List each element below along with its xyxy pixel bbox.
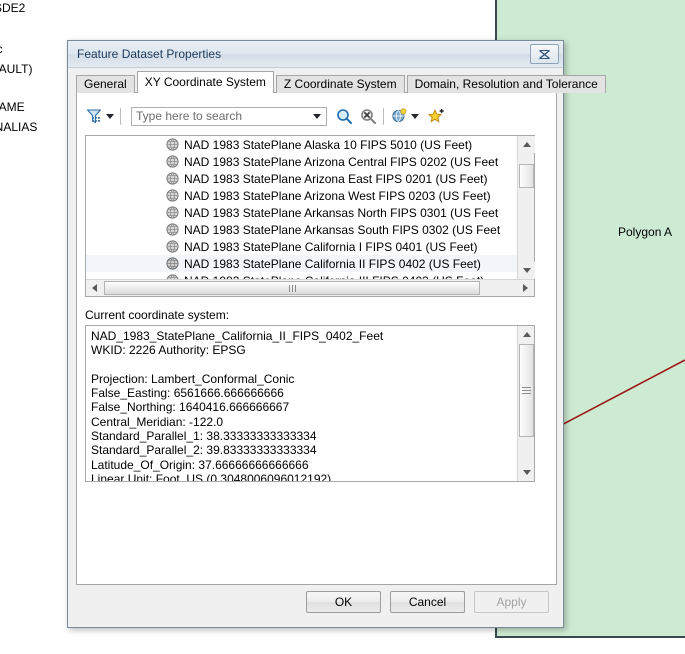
list-item-label: NAD 1983 StatePlane California I FIPS 04… <box>184 239 478 254</box>
coordinate-system-toolbar <box>85 102 535 130</box>
ok-button[interactable]: OK <box>306 591 381 613</box>
scrollbar-grip <box>522 387 531 394</box>
scroll-up-icon[interactable] <box>518 136 535 153</box>
globe-icon <box>166 155 179 168</box>
star-glyph <box>427 108 444 123</box>
scroll-left-icon[interactable] <box>86 280 103 296</box>
scroll-down-icon[interactable] <box>518 464 534 481</box>
coordinate-system-list[interactable]: NAD 1983 StatePlane Alaska 10 FIPS 5010 … <box>85 135 535 297</box>
list-item[interactable]: NAD 1983 StatePlane Arizona Central FIPS… <box>86 153 517 170</box>
cancel-button[interactable]: Cancel <box>390 591 465 613</box>
current-coordinate-system-text: NAD_1983_StatePlane_California_II_FIPS_0… <box>91 329 384 482</box>
globe-icon <box>166 257 179 270</box>
list-item[interactable]: NAD 1983 StatePlane Arizona East FIPS 02… <box>86 170 517 187</box>
magnifier-glyph <box>337 109 352 124</box>
search-input[interactable] <box>132 109 310 123</box>
globe-glyph <box>392 108 407 123</box>
tab-domain-resolution-tolerance[interactable]: Domain, Resolution and Tolerance <box>406 75 606 93</box>
current-coordinate-system-box[interactable]: NAD_1983_StatePlane_California_II_FIPS_0… <box>85 325 535 482</box>
tab-z-coordinate-system[interactable]: Z Coordinate System <box>275 75 405 93</box>
list-item[interactable]: NAD 1983 StatePlane California III FIPS … <box>86 272 517 279</box>
map-bottom-strip <box>0 636 685 654</box>
globe-icon <box>166 223 179 236</box>
list-item[interactable]: NAD 1983 StatePlane Alaska 10 FIPS 5010 … <box>86 136 517 153</box>
feature-dataset-properties-dialog: Feature Dataset Properties General XY Co… <box>67 40 606 628</box>
list-horizontal-scrollbar[interactable] <box>86 279 534 296</box>
list-item-label: NAD 1983 StatePlane Arizona Central FIPS… <box>184 154 499 169</box>
details-vertical-scrollbar[interactable] <box>517 326 534 481</box>
tab-xy-coordinate-system[interactable]: XY Coordinate System <box>136 71 274 93</box>
list-item-label: NAD 1983 StatePlane Alaska 10 FIPS 5010 … <box>184 137 473 152</box>
scroll-up-icon[interactable] <box>518 326 534 343</box>
xy-coordinate-system-panel: NAD 1983 StatePlane Alaska 10 FIPS 5010 … <box>76 92 557 585</box>
filter-chevron-down-icon[interactable] <box>106 113 114 119</box>
filter-glyph <box>86 109 102 124</box>
globe-icon <box>166 240 179 253</box>
globe-icon <box>166 172 179 185</box>
list-vertical-scrollbar[interactable] <box>517 136 535 279</box>
list-item-label: NAD 1983 StatePlane Arizona East FIPS 02… <box>184 171 488 186</box>
tab-general[interactable]: General <box>76 75 135 93</box>
toolbar-separator-1 <box>120 107 121 125</box>
current-coordinate-system-label: Current coordinate system: <box>85 308 230 322</box>
add-favorite-star-icon[interactable] <box>427 107 446 126</box>
list-item-selected[interactable]: NAD 1983 StatePlane California II FIPS 0… <box>86 255 517 272</box>
list-item[interactable]: NAD 1983 StatePlane Arizona West FIPS 02… <box>86 187 517 204</box>
globe-chevron-down-icon[interactable] <box>411 113 419 119</box>
list-item-label: NAD 1983 StatePlane California II FIPS 0… <box>184 256 481 271</box>
dialog-tabstrip: General XY Coordinate System Z Coordinat… <box>76 71 606 93</box>
globe-icon <box>166 138 179 151</box>
search-icon[interactable] <box>335 107 353 125</box>
map-bottom-border <box>495 636 685 638</box>
background-label-sde2: SDE2 <box>0 1 26 15</box>
map-polygon-a-label: Polygon A <box>618 225 673 239</box>
list-item-label: NAD 1983 StatePlane Arizona West FIPS 02… <box>184 188 491 203</box>
filter-icon[interactable] <box>85 107 103 125</box>
search-chevron-down-icon[interactable] <box>313 113 321 119</box>
list-hscrollbar-thumb[interactable] <box>104 281 480 295</box>
globe-icon <box>166 189 179 202</box>
search-input-container[interactable] <box>131 106 327 126</box>
list-item[interactable]: NAD 1983 StatePlane Arkansas North FIPS … <box>86 204 517 221</box>
dialog-title: Feature Dataset Properties <box>77 47 222 61</box>
background-label-ric: ric <box>0 42 3 56</box>
list-item[interactable]: NAD 1983 StatePlane Arkansas South FIPS … <box>86 221 517 238</box>
dialog-titlebar[interactable]: Feature Dataset Properties <box>68 41 563 68</box>
background-label-alias: IONALIAS <box>0 120 38 134</box>
details-scrollbar-thumb[interactable] <box>519 344 534 437</box>
coordinate-system-list-items: NAD 1983 StatePlane Alaska 10 FIPS 5010 … <box>86 136 517 279</box>
scroll-right-icon[interactable] <box>517 280 534 296</box>
globe-icon[interactable] <box>390 107 408 125</box>
background-label-default: EFAULT) <box>0 62 33 76</box>
toolbar-separator-2 <box>383 107 384 125</box>
scroll-down-icon[interactable] <box>518 262 535 279</box>
magnifier-cancel-glyph <box>361 109 376 124</box>
list-item-label: NAD 1983 StatePlane Arkansas North FIPS … <box>184 205 499 220</box>
apply-button: Apply <box>474 591 549 613</box>
close-icon[interactable] <box>530 44 559 64</box>
dialog-button-row: OK Cancel Apply <box>68 591 565 613</box>
globe-icon <box>166 206 179 219</box>
background-label-name: NAME <box>0 100 25 114</box>
list-item-label: NAD 1983 StatePlane Arkansas South FIPS … <box>184 222 501 237</box>
list-scrollbar-thumb[interactable] <box>519 164 534 188</box>
cancel-search-icon[interactable] <box>359 107 377 125</box>
list-item[interactable]: NAD 1983 StatePlane California I FIPS 04… <box>86 238 517 255</box>
close-glyph <box>539 49 550 59</box>
scrollbar-grip <box>288 284 296 292</box>
